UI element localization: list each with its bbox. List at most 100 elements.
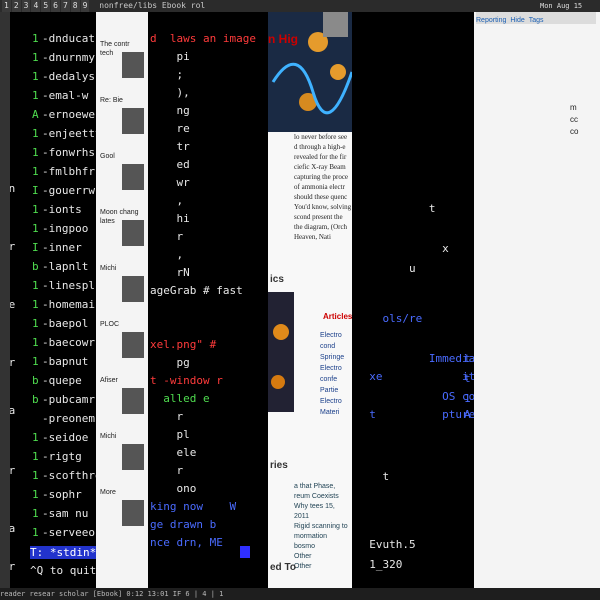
right-terminal[interactable]: t x u ols/re Immediate xe it OS comman t… [352,12,474,588]
news-item[interactable]: More [100,488,144,497]
browser-link-reporting[interactable]: Reporting [476,17,506,24]
news-thumb [122,276,144,302]
code-line: rN [150,266,190,279]
gutter-mark: 1 [32,165,39,178]
gutter-mark: I [32,184,39,197]
gutter-mark: 1 [32,51,39,64]
gutter-mark: b [32,393,39,406]
code-line: pl [150,428,190,441]
terminal-line: x [356,242,449,255]
left-terminal[interactable]: 1 -dnducat 1 -dnurnmy 1 -dedalys 1 -emal-w A -ern… [0,12,96,588]
news-thumb [122,220,144,246]
news-thumb [122,388,144,414]
sidebar-link[interactable]: Electro confe [320,363,352,385]
web-article[interactable]: n Hig lo never before see d through a hig… [268,12,352,588]
terminal-line: ols/re [356,312,423,325]
code-line: king now W [150,500,237,513]
workspace-7[interactable]: 7 [60,0,70,12]
right-browser[interactable]: Reporting Hide Tags m cc co [474,12,600,588]
browser-link-hide[interactable]: Hide [510,17,524,24]
workspace-3[interactable]: 3 [21,0,31,12]
workspace-8[interactable]: 8 [70,0,80,12]
sidebar-link[interactable]: Materi [320,407,352,418]
terminal-line: u [356,262,416,275]
code-line: , [150,248,184,261]
hero-image [268,12,352,132]
code-line: r [150,464,184,477]
edge-char: t [464,352,471,365]
gutter-mark: 1 [32,469,39,482]
terminal-line: -scofthre [42,469,96,482]
code-line: ; [150,68,184,81]
gutter-mark: b [32,260,39,273]
news-item[interactable]: Re: Bie [100,96,144,105]
article-line: ciefic X-ray Beam [294,163,346,171]
news-blurb-line: Other [294,553,312,560]
gutter-mark: I [32,241,39,254]
workspace-5[interactable]: 5 [41,0,51,12]
article-line: lo never before see [294,133,348,141]
sidebar-link[interactable]: Electro cond [320,330,352,352]
news-column[interactable]: The contr tech Re: Bie Gool Moon chang late… [96,12,148,588]
code-line: re [150,122,190,135]
workspace-6[interactable]: 6 [51,0,60,12]
code-line: hi [150,212,190,225]
tics-label: ics [270,274,284,285]
news-item[interactable]: Afiser [100,376,144,385]
workspace-4[interactable]: 4 [31,0,41,12]
gutter-mark: A [32,108,39,121]
clock: Mon Aug 15 13:01 [540,0,600,22]
news-item[interactable]: Michi [100,264,144,273]
terminal-line: -serveeo [42,526,95,539]
code-line: ge drawn b [150,518,217,531]
terminal-line: -fmlbhfr [42,165,95,178]
article-line: the diagram, (Orch [294,223,348,231]
gutter-mark: 1 [32,526,39,539]
code-line: alled e [150,392,210,405]
browser-link-tags[interactable]: Tags [529,17,544,24]
edge-char: A [464,408,471,421]
workspace-9[interactable]: 9 [80,0,90,12]
article-line: You'd know, solving [294,203,352,211]
news-item[interactable]: Michi [100,432,144,441]
terminal-line: -ionts [42,203,82,216]
code-line: ed [150,158,190,171]
terminal-line: -linespl [42,279,95,292]
edge-char: 1 [464,392,471,405]
browser-tabbar[interactable]: Reporting Hide Tags [476,12,596,24]
browser-text: m [570,103,577,112]
code-line: pi [150,50,190,63]
window-title: nonfree/libs Ebook rol [99,1,206,10]
terminal-line: -dnducat [42,32,95,45]
code-line: ), [150,86,190,99]
article-line: of ammonia electr [294,183,345,191]
code-line: ono [150,482,197,495]
quit-hint: ^Q to quit [30,564,96,577]
sidebar-link[interactable]: Springe [320,352,352,363]
gutter-mark: 1 [32,488,39,501]
top-status-bar: 123456789 nonfree/libs Ebook rol [0,0,600,12]
terminal-line: -ernoewe [42,108,95,121]
terminal-line: -sophr [42,488,82,501]
sidebar-link[interactable]: Partie [320,385,352,396]
code-editor[interactable]: d laws an image pi ; ), ng re tr ed wr ,… [148,12,268,588]
code-line: t -window r [150,374,223,387]
text-cursor [240,546,250,558]
gutter-mark: 1 [32,203,39,216]
terminal-line: -seidoe [42,431,89,444]
terminal-line: -gouerrw [42,184,95,197]
sidebar-link[interactable]: Electro [320,396,352,407]
workspace-switcher[interactable]: 123456789 [0,0,92,12]
workspace-1[interactable]: 1 [2,0,11,12]
workspace-2[interactable]: 2 [11,0,21,12]
terminal-line: 1_320 [356,558,403,571]
left-sidebar-strip [0,12,10,588]
news-item[interactable]: Gool [100,152,144,161]
terminal-line: -bapnut [42,355,89,368]
gutter-mark: 1 [32,431,39,444]
terminal-line: t [356,470,390,483]
news-thumb [122,332,144,358]
article-graphic-2 [271,324,289,389]
news-item[interactable]: PLOC [100,320,144,329]
terminal-line: -inner [42,241,82,254]
